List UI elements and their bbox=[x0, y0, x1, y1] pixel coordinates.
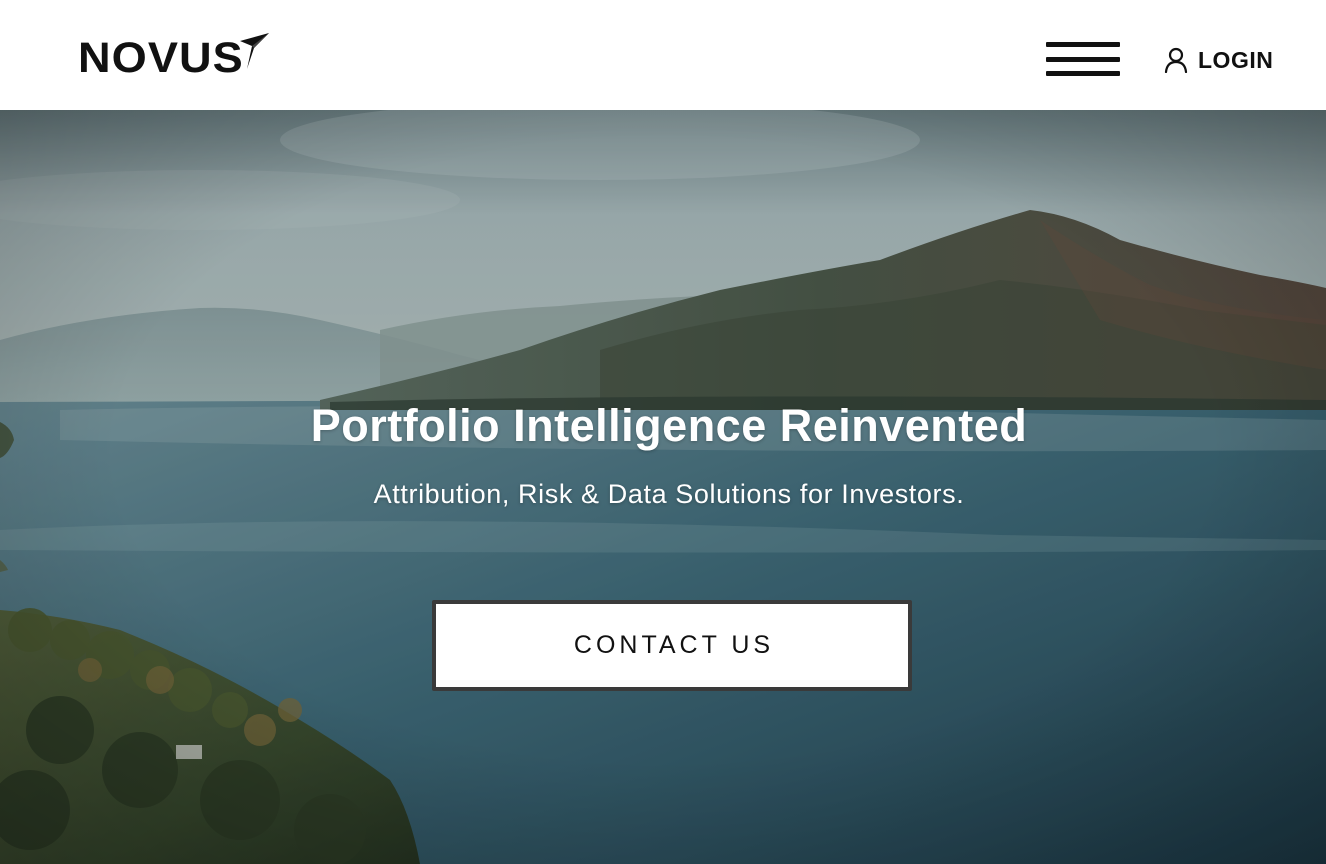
menu-bar bbox=[1046, 56, 1120, 62]
user-icon bbox=[1164, 47, 1188, 73]
logo-text: NOVUS bbox=[78, 34, 244, 82]
login-link[interactable]: LOGIN bbox=[1164, 44, 1273, 76]
site-header: NOVUS LOGIN bbox=[0, 0, 1326, 110]
contact-us-label: CONTACT US bbox=[573, 631, 775, 659]
contact-us-button[interactable]: CONTACT US bbox=[432, 600, 912, 691]
paper-plane-logo-icon bbox=[240, 33, 269, 69]
menu-bar bbox=[1046, 71, 1120, 76]
hero-section: Portfolio Intelligence Reinvented Attrib… bbox=[0, 110, 1326, 864]
menu-bar bbox=[1046, 42, 1120, 47]
login-label: LOGIN bbox=[1198, 46, 1274, 73]
hamburger-menu-icon[interactable] bbox=[1046, 42, 1120, 76]
novus-logo[interactable]: NOVUS bbox=[78, 30, 269, 80]
hero-subtitle: Attribution, Risk & Data Solutions for I… bbox=[373, 479, 965, 509]
hero-title: Portfolio Intelligence Reinvented bbox=[310, 400, 1028, 451]
